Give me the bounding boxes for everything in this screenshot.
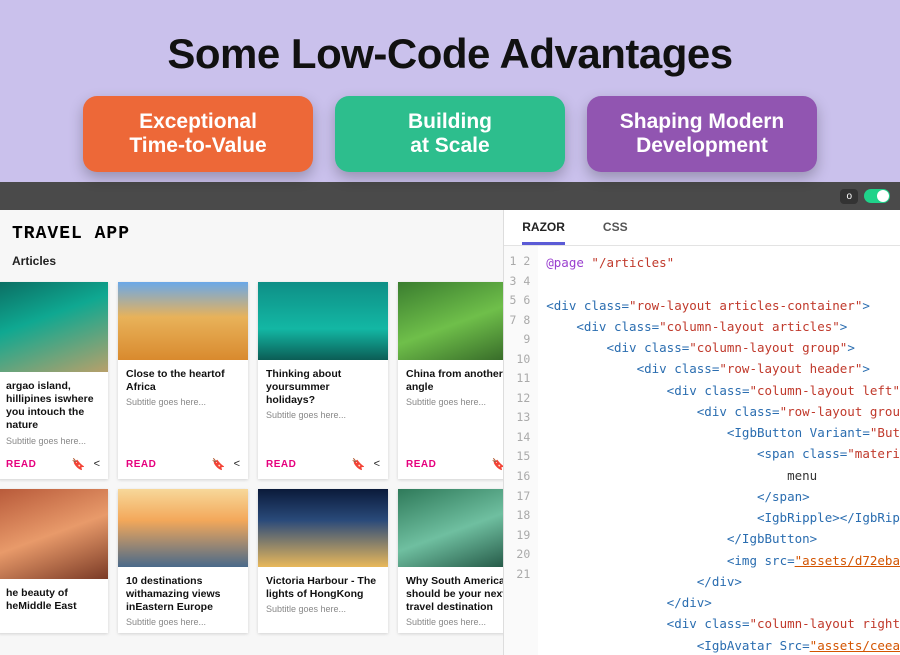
article-card[interactable]: Victoria Harbour - The lights of HongKon… <box>258 489 388 633</box>
card-subtitle: Subtitle goes here... <box>126 397 240 407</box>
preview-panel: TRAVEL APP Articles argao island, hillip… <box>0 210 503 655</box>
pill-line: Exceptional <box>111 110 285 134</box>
card-title: 10 destinations withamazing views inEast… <box>126 575 240 614</box>
card-title: he beauty of heMiddle East <box>6 587 100 613</box>
read-button[interactable]: READ <box>6 459 36 470</box>
card-subtitle: Subtitle goes here... <box>406 397 503 407</box>
card-thumbnail <box>0 282 108 372</box>
line-gutter: 1 2 3 4 5 6 7 8 9 10 11 12 13 14 15 16 1… <box>504 246 538 655</box>
bookmark-icon[interactable]: 🔖 <box>212 458 226 471</box>
card-thumbnail <box>398 282 503 360</box>
card-thumbnail <box>398 489 503 567</box>
panels: TRAVEL APP Articles argao island, hillip… <box>0 210 900 655</box>
pill-building-at-scale: Building at Scale <box>335 96 565 172</box>
article-card[interactable]: China from another angle Subtitle goes h… <box>398 282 503 479</box>
card-subtitle: Subtitle goes here... <box>6 436 100 446</box>
card-title: argao island, hillipines iswhere you int… <box>6 380 100 433</box>
card-thumbnail <box>258 489 388 567</box>
share-icon[interactable]: < <box>94 458 100 471</box>
card-title: China from another angle <box>406 368 503 394</box>
article-card[interactable]: Close to the heartof Africa Subtitle goe… <box>118 282 248 479</box>
code-editor[interactable]: 1 2 3 4 5 6 7 8 9 10 11 12 13 14 15 16 1… <box>504 246 900 655</box>
bookmark-icon[interactable]: 🔖 <box>72 458 86 471</box>
pill-time-to-value: Exceptional Time-to-Value <box>83 96 313 172</box>
card-subtitle: Subtitle goes here... <box>266 410 380 420</box>
card-thumbnail <box>258 282 388 360</box>
card-title: Victoria Harbour - The lights of HongKon… <box>266 575 380 601</box>
pill-line: Shaping Modern <box>615 110 789 134</box>
tab-razor[interactable]: RAZOR <box>522 220 565 245</box>
card-thumbnail <box>0 489 108 579</box>
card-subtitle: Subtitle goes here... <box>126 617 240 627</box>
code-tabs: RAZOR CSS <box>504 210 900 246</box>
card-subtitle: Subtitle goes here... <box>406 617 503 627</box>
pill-line: at Scale <box>363 134 537 158</box>
read-button[interactable]: READ <box>126 459 156 470</box>
card-title: Thinking about yoursummer holidays? <box>266 368 380 407</box>
designer-toolbar: o <box>0 182 900 210</box>
article-card[interactable]: argao island, hillipines iswhere you int… <box>0 282 108 479</box>
pill-line: Time-to-Value <box>111 134 285 158</box>
section-heading: Articles <box>12 254 491 268</box>
pill-modern-dev: Shaping Modern Development <box>587 96 817 172</box>
code-panel: RAZOR CSS 1 2 3 4 5 6 7 8 9 10 11 12 13 … <box>503 210 900 655</box>
toolbar-toggle[interactable] <box>864 189 890 203</box>
card-title: Why South America should be your next tr… <box>406 575 503 614</box>
app-brand: TRAVEL APP <box>12 224 491 244</box>
article-card[interactable]: 10 destinations withamazing views inEast… <box>118 489 248 633</box>
article-card[interactable]: Thinking about yoursummer holidays? Subt… <box>258 282 388 479</box>
source-code: @page "/articles" <div class="row-layout… <box>538 246 900 655</box>
page-title: Some Low-Code Advantages <box>0 0 900 96</box>
share-icon[interactable]: < <box>374 458 380 471</box>
share-icon[interactable]: < <box>234 458 240 471</box>
article-grid: argao island, hillipines iswhere you int… <box>0 272 503 633</box>
read-button[interactable]: READ <box>406 459 436 470</box>
card-subtitle: Subtitle goes here... <box>266 604 380 614</box>
advantage-pill-row: Exceptional Time-to-Value Building at Sc… <box>0 96 900 172</box>
card-thumbnail <box>118 282 248 360</box>
pill-line: Development <box>615 134 789 158</box>
article-card[interactable]: he beauty of heMiddle East <box>0 489 108 633</box>
card-title: Close to the heartof Africa <box>126 368 240 394</box>
bookmark-icon[interactable]: 🔖 <box>492 458 503 471</box>
tab-css[interactable]: CSS <box>603 220 628 245</box>
read-button[interactable]: READ <box>266 459 296 470</box>
pill-line: Building <box>363 110 537 134</box>
toolbar-button[interactable]: o <box>840 189 858 204</box>
article-card[interactable]: Why South America should be your next tr… <box>398 489 503 633</box>
card-thumbnail <box>118 489 248 567</box>
bookmark-icon[interactable]: 🔖 <box>352 458 366 471</box>
